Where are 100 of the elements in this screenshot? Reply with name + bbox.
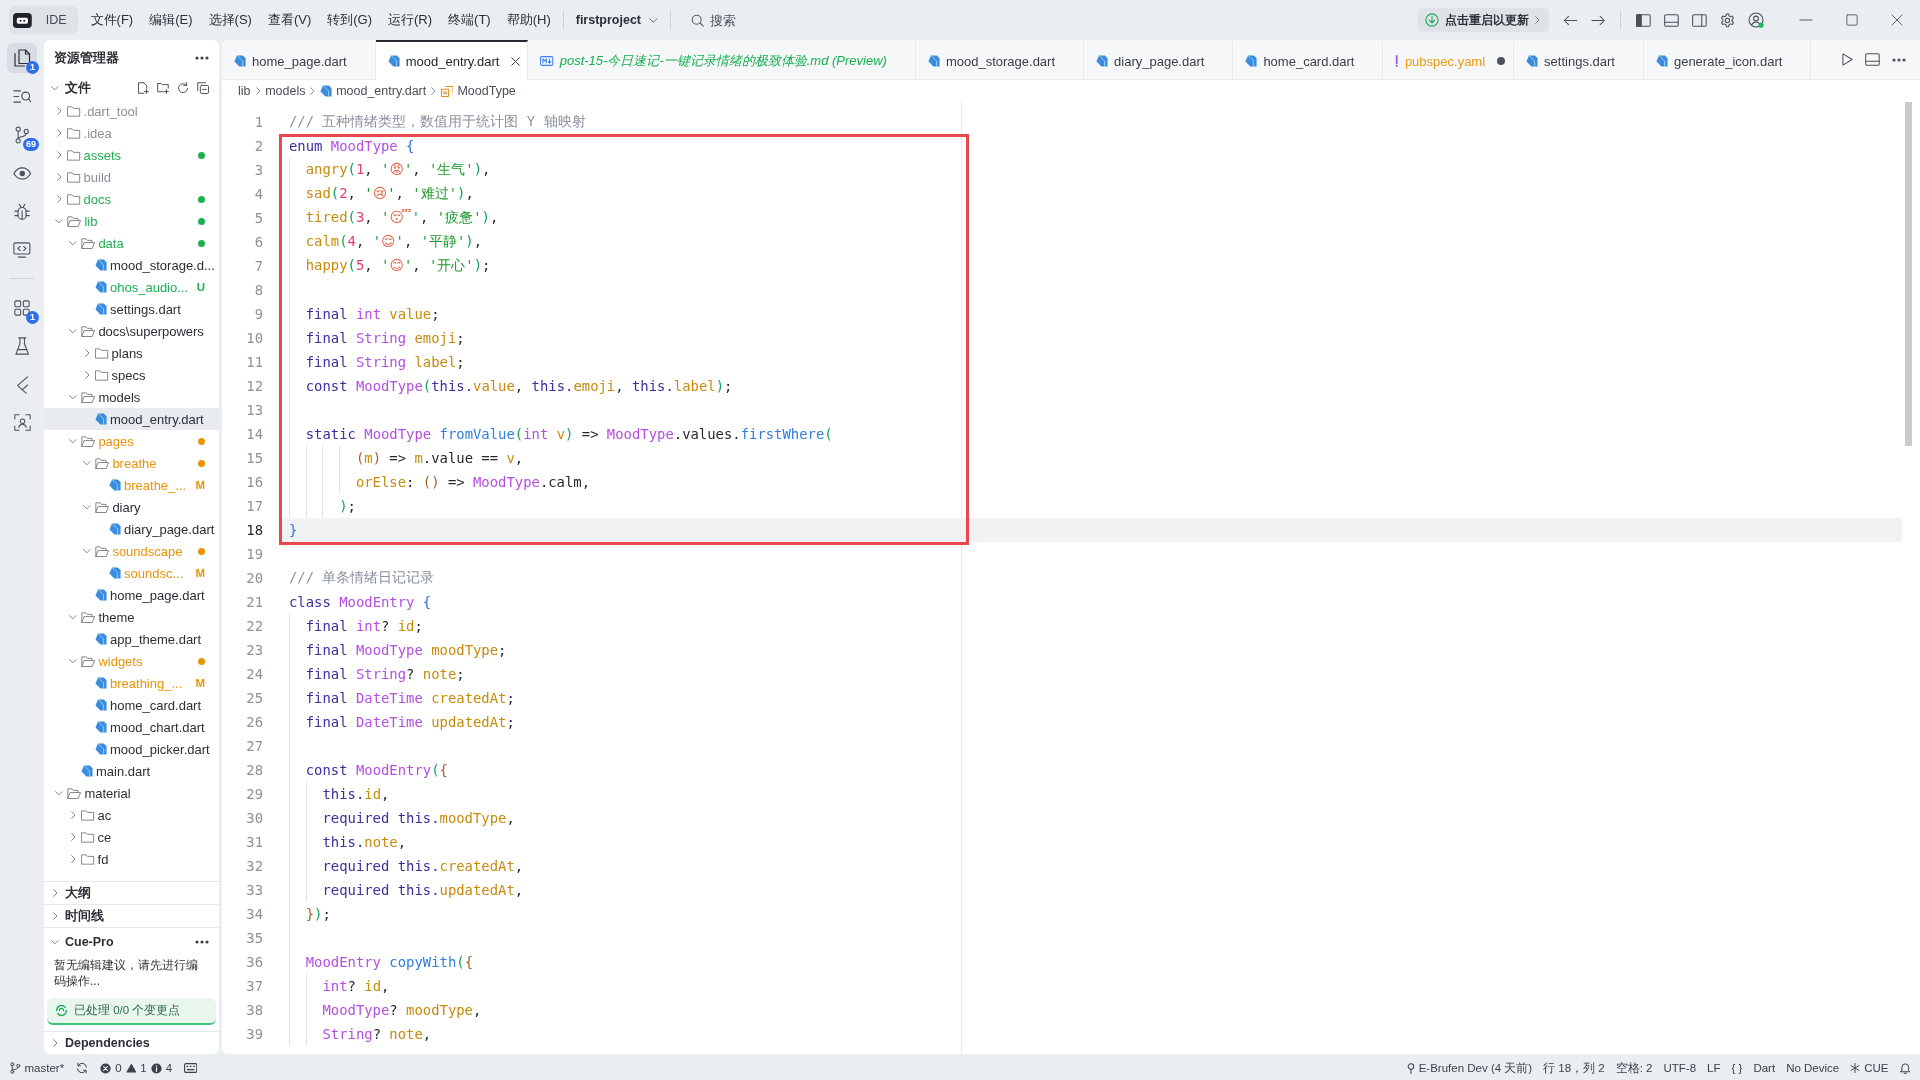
- folder-item[interactable]: specs: [44, 364, 219, 386]
- status-item[interactable]: CUE: [1850, 1062, 1889, 1074]
- chevron-right-icon[interactable]: [70, 811, 76, 819]
- file-item[interactable]: app_theme.dart: [44, 628, 219, 650]
- arrow-left-icon[interactable]: [1563, 14, 1578, 26]
- activity-bar-button[interactable]: 69: [7, 119, 37, 150]
- split-editor-icon[interactable]: [1865, 53, 1880, 66]
- settings-icon[interactable]: [1720, 12, 1735, 28]
- menu-item[interactable]: 运行(R): [388, 8, 433, 32]
- chevron-down-icon[interactable]: [83, 460, 91, 466]
- editor-tab[interactable]: diary_page.dart: [1084, 40, 1234, 80]
- chevron-right-icon[interactable]: [56, 173, 62, 181]
- branch-button[interactable]: master*: [10, 1062, 65, 1074]
- chevron-down-icon[interactable]: [55, 790, 63, 796]
- file-item[interactable]: mood_storage.d...: [44, 254, 219, 276]
- more-icon[interactable]: [195, 56, 209, 60]
- left-panel-icon[interactable]: [1636, 13, 1652, 27]
- menu-item[interactable]: 编辑(E): [149, 8, 193, 32]
- chevron-down-icon[interactable]: [69, 614, 77, 620]
- editor-tab[interactable]: mood_entry.dart: [375, 40, 529, 80]
- close-icon[interactable]: [1891, 14, 1903, 26]
- file-item[interactable]: settings.dart: [44, 298, 219, 320]
- editor-tab[interactable]: generate_icon.dart: [1643, 40, 1812, 80]
- folder-item[interactable]: docs\superpowers: [44, 320, 219, 342]
- folder-item[interactable]: ac: [44, 804, 219, 826]
- problems-button[interactable]: 0 1 4: [100, 1062, 173, 1074]
- new-file-icon[interactable]: [137, 82, 149, 94]
- chevron-right-icon[interactable]: [84, 349, 90, 357]
- menu-item[interactable]: 文件(F): [90, 8, 134, 32]
- menu-item[interactable]: 帮助(H): [506, 8, 551, 32]
- section-header[interactable]: 时间线: [44, 907, 104, 925]
- status-item[interactable]: 空格: 2: [1615, 1060, 1653, 1076]
- folder-item[interactable]: plans: [44, 342, 219, 364]
- activity-bar-button[interactable]: 1: [7, 292, 37, 323]
- run-icon[interactable]: [1842, 53, 1854, 66]
- chevron-down-icon[interactable]: [69, 328, 77, 334]
- search-field[interactable]: 搜索: [709, 12, 770, 28]
- sync-icon[interactable]: [76, 1062, 89, 1074]
- arrow-right-icon[interactable]: [1590, 14, 1606, 26]
- file-item[interactable]: home_card.dart: [44, 694, 219, 716]
- more-icon[interactable]: [195, 940, 209, 944]
- search-icon[interactable]: [690, 13, 704, 27]
- menu-item[interactable]: 转到(G): [327, 8, 372, 32]
- chevron-right-icon[interactable]: [56, 195, 62, 203]
- status-item[interactable]: 行 18，列 2: [1543, 1060, 1605, 1076]
- menu-item[interactable]: 查看(V): [267, 8, 312, 32]
- project-dropdown[interactable]: firstproject: [575, 13, 658, 27]
- menu-item[interactable]: 选择(S): [208, 8, 252, 32]
- editor-tab[interactable]: mood_storage.dart: [915, 40, 1085, 80]
- bell-icon[interactable]: [1899, 1062, 1910, 1074]
- keyboard-icon[interactable]: [184, 1063, 198, 1073]
- more-icon[interactable]: [1892, 57, 1906, 62]
- scrollbar-thumb[interactable]: [1905, 102, 1912, 446]
- folder-item[interactable]: ce: [44, 826, 219, 848]
- section-header[interactable]: 大纲: [44, 884, 91, 902]
- folder-item[interactable]: material: [44, 782, 219, 804]
- chevron-down-icon[interactable]: [69, 240, 77, 246]
- file-item[interactable]: mood_chart.dart: [44, 716, 219, 738]
- chevron-down-icon[interactable]: [69, 394, 77, 400]
- section-header[interactable]: Cue-Pro: [44, 935, 114, 949]
- chevron-down-icon[interactable]: [69, 438, 77, 444]
- section-header[interactable]: Dependencies: [44, 1036, 150, 1050]
- chevron-down-icon[interactable]: [69, 658, 77, 664]
- status-item[interactable]: E-Brufen Dev (4 天前): [1406, 1060, 1533, 1076]
- chevron-down-icon[interactable]: [83, 548, 91, 554]
- file-item[interactable]: home_page.dart: [44, 584, 219, 606]
- breadcrumb-item[interactable]: lib: [238, 84, 251, 98]
- breadcrumb-item[interactable]: mood_entry.dart: [320, 84, 427, 98]
- status-item[interactable]: No Device: [1786, 1062, 1840, 1074]
- close-icon[interactable]: [510, 56, 520, 66]
- status-item[interactable]: Dart: [1753, 1062, 1776, 1074]
- file-item[interactable]: mood_entry.dart: [44, 408, 219, 430]
- menu-item[interactable]: 终端(T): [448, 8, 491, 32]
- folder-item[interactable]: diary: [44, 496, 219, 518]
- folder-item[interactable]: fd: [44, 848, 219, 870]
- account-icon[interactable]: [1748, 12, 1764, 28]
- refresh-icon[interactable]: [177, 82, 189, 94]
- activity-bar-button[interactable]: 1: [7, 43, 37, 73]
- right-panel-icon[interactable]: [1692, 13, 1707, 27]
- file-item[interactable]: main.dart: [44, 760, 219, 782]
- breadcrumb-item[interactable]: models: [265, 84, 306, 98]
- chevron-right-icon[interactable]: [70, 833, 76, 841]
- file-item[interactable]: mood_picker.dart: [44, 738, 219, 760]
- file-item[interactable]: diary_page.dart: [44, 518, 219, 540]
- editor-tab[interactable]: settings.dart: [1514, 40, 1644, 80]
- chevron-right-icon[interactable]: [56, 151, 62, 159]
- chevron-down-icon[interactable]: [83, 504, 91, 510]
- status-item[interactable]: LF: [1707, 1062, 1721, 1074]
- folder-item[interactable]: theme: [44, 606, 219, 628]
- status-item[interactable]: UTF-8: [1663, 1062, 1697, 1074]
- chevron-down-icon[interactable]: [55, 218, 63, 224]
- editor-tab[interactable]: home_card.dart: [1233, 40, 1384, 80]
- update-button[interactable]: 点击重启以更新: [1418, 8, 1550, 32]
- section-header[interactable]: 文件: [44, 79, 91, 97]
- chevron-right-icon[interactable]: [84, 371, 90, 379]
- breadcrumb-item[interactable]: MoodType: [440, 84, 516, 98]
- chevron-right-icon[interactable]: [56, 107, 62, 115]
- new-folder-icon[interactable]: [157, 82, 169, 94]
- maximize-icon[interactable]: [1846, 14, 1858, 26]
- chevron-right-icon[interactable]: [70, 855, 76, 863]
